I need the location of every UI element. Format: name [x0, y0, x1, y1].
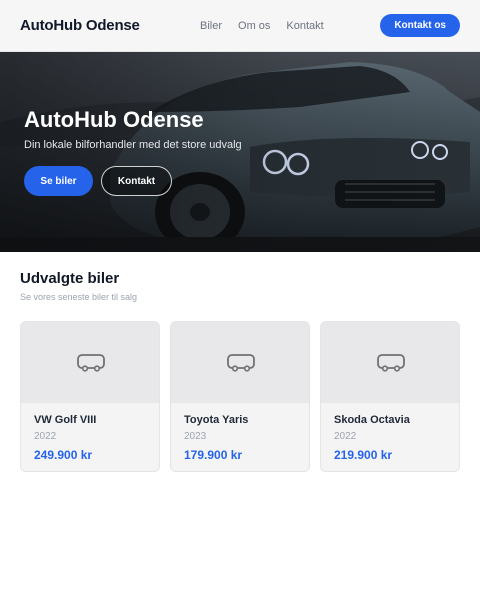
car-icon — [77, 353, 105, 372]
car-icon — [227, 353, 255, 372]
top-navbar: AutoHub Odense Biler Om os Kontakt Konta… — [0, 0, 480, 52]
car-card[interactable]: Toyota Yaris 2023 179.900 kr — [170, 321, 310, 472]
contact-us-button[interactable]: Kontakt os — [380, 14, 460, 37]
hero-subtitle: Din lokale bilforhandler med det store u… — [24, 139, 242, 151]
car-card[interactable]: VW Golf VIII 2022 249.900 kr — [20, 321, 160, 472]
nav-link-kontakt[interactable]: Kontakt — [286, 20, 323, 32]
car-name: Toyota Yaris — [184, 414, 249, 426]
contact-button[interactable]: Kontakt — [101, 166, 172, 196]
featured-title: Udvalgte biler — [20, 270, 120, 287]
car-price: 179.900 kr — [184, 448, 243, 462]
nav-link-om-os[interactable]: Om os — [238, 20, 270, 32]
car-name: Skoda Octavia — [334, 414, 410, 426]
car-image-placeholder — [21, 322, 159, 403]
car-price: 249.900 kr — [34, 448, 93, 462]
featured-subtitle: Se vores seneste biler til salg — [20, 292, 138, 302]
hero-title: AutoHub Odense — [24, 107, 204, 132]
car-name: VW Golf VIII — [34, 414, 97, 426]
brand-logo[interactable]: AutoHub Odense — [20, 17, 140, 34]
car-image-placeholder — [321, 322, 459, 403]
see-cars-button[interactable]: Se biler — [24, 166, 93, 196]
nav-link-biler[interactable]: Biler — [200, 20, 222, 32]
car-year: 2023 — [184, 431, 207, 442]
hero-banner: AutoHub Odense Din lokale bilforhandler … — [0, 52, 480, 252]
car-year: 2022 — [334, 431, 357, 442]
car-icon — [377, 353, 405, 372]
nav-links: Biler Om os Kontakt — [200, 0, 324, 52]
car-card[interactable]: Skoda Octavia 2022 219.900 kr — [320, 321, 460, 472]
car-price: 219.900 kr — [334, 448, 393, 462]
car-image-placeholder — [171, 322, 309, 403]
car-card-list: VW Golf VIII 2022 249.900 kr Toyota Yari… — [20, 321, 460, 472]
car-year: 2022 — [34, 431, 57, 442]
